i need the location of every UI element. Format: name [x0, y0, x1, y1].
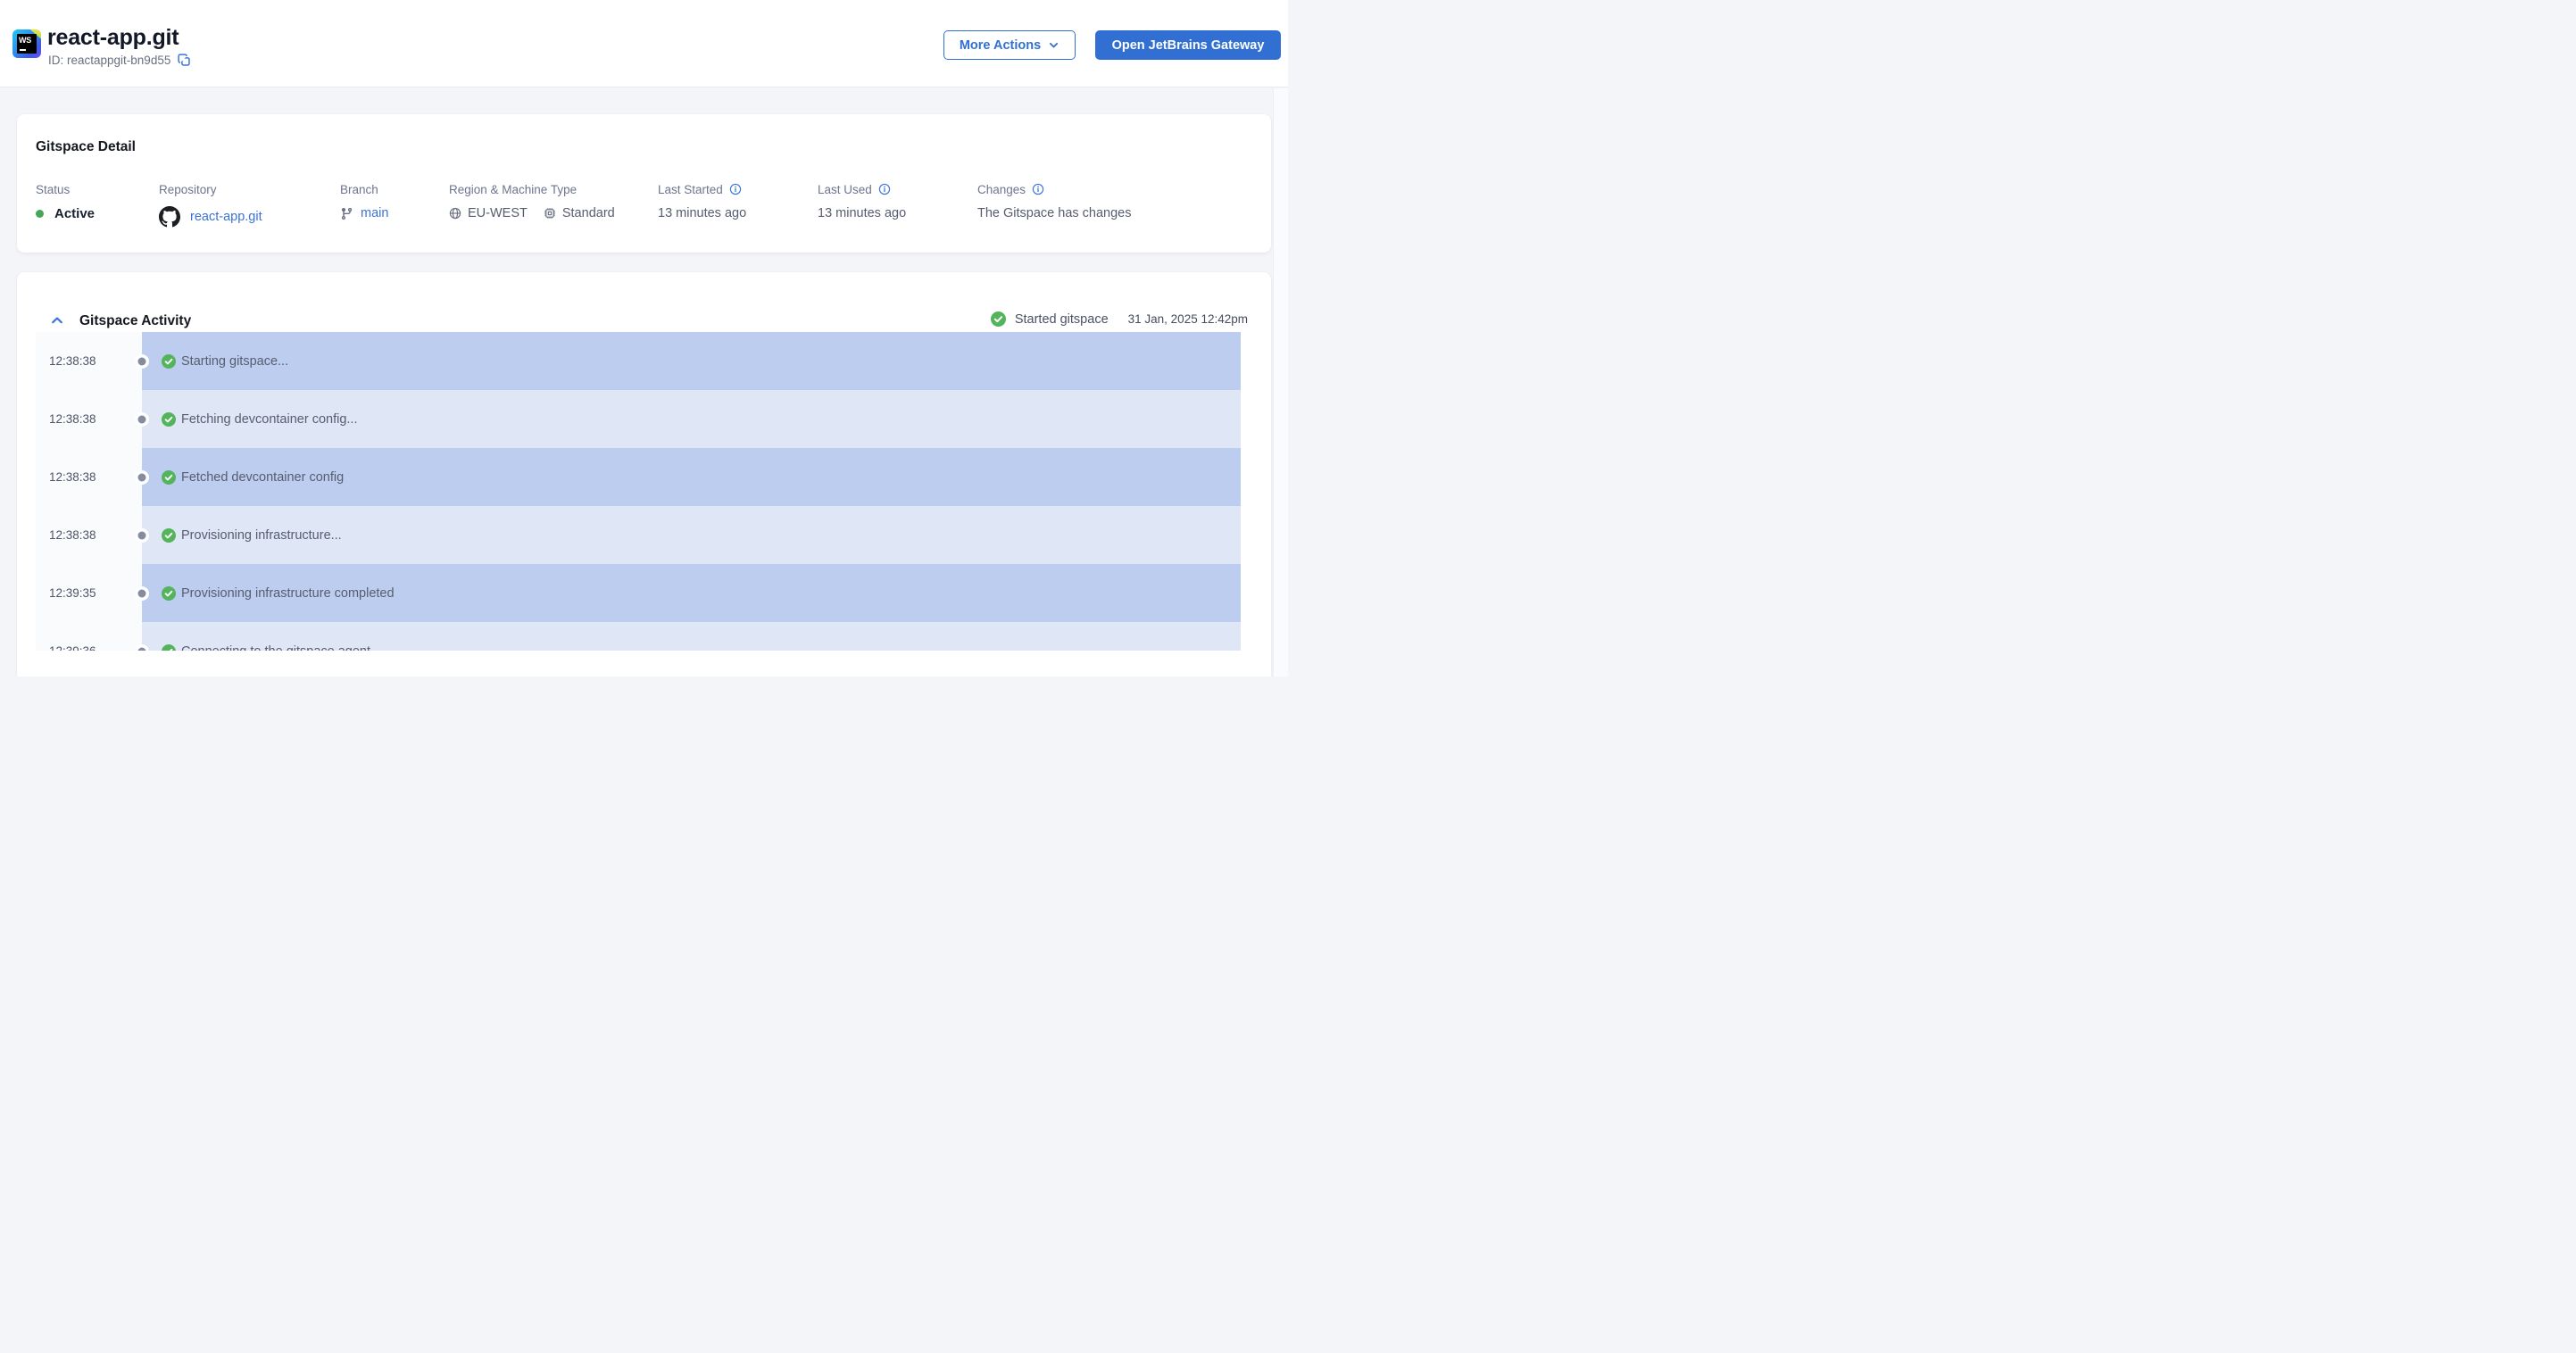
region-machine-label: Region & Machine Type — [449, 182, 578, 196]
status-value: Active — [54, 206, 96, 221]
success-icon — [162, 643, 176, 651]
log-timestamp: 12:39:35 — [36, 564, 142, 622]
success-icon — [162, 527, 176, 543]
field-changes: Changes The Gitspace has changes — [977, 182, 1132, 221]
status-dot-icon — [36, 210, 44, 218]
field-repository: Repository react-app.git — [159, 182, 262, 228]
copy-icon[interactable] — [178, 54, 191, 67]
page-scrollbar[interactable] — [1273, 88, 1288, 676]
cpu-icon — [544, 207, 556, 220]
info-icon[interactable] — [878, 183, 891, 195]
success-icon — [162, 411, 176, 427]
branch-label: Branch — [340, 182, 378, 196]
log-timestamp: 12:38:38 — [36, 332, 142, 390]
success-icon — [990, 311, 1006, 327]
git-branch-icon — [340, 207, 353, 220]
repository-label: Repository — [159, 182, 217, 196]
webstorm-icon-label: WS — [19, 36, 31, 45]
open-jetbrains-gateway-button[interactable]: Open JetBrains Gateway — [1095, 30, 1281, 60]
repository-link[interactable]: react-app.git — [190, 210, 262, 224]
timeline-dot-icon — [137, 473, 146, 481]
detail-card-title: Gitspace Detail — [36, 139, 136, 154]
log-timestamp: 12:39:36 — [36, 622, 142, 651]
chevron-down-icon — [1050, 42, 1059, 48]
last-started-label: Last Started — [658, 182, 723, 196]
last-started-value: 13 minutes ago — [658, 206, 747, 220]
field-last-used: Last Used 13 minutes ago — [818, 182, 907, 221]
webstorm-icon-underscore — [20, 48, 26, 51]
activity-status: Started gitspace 31 Jan, 2025 12:42pm — [990, 311, 1248, 327]
page-header: WS react-app.git ID: reactappgit-bn9d55 … — [0, 0, 1288, 87]
webstorm-icon-inner: WS — [17, 34, 37, 54]
activity-log-row: 12:39:35 Provisioning infrastructure comp… — [36, 564, 1241, 622]
github-icon — [159, 206, 180, 228]
log-timestamp: 12:38:38 — [36, 448, 142, 506]
header-actions: More Actions Open JetBrains Gateway — [943, 30, 1281, 60]
timeline-dot-icon — [137, 589, 146, 597]
activity-date: 31 Jan, 2025 12:42pm — [1127, 312, 1248, 326]
activity-log-row: 12:38:38 Provisioning infrastructure... — [36, 506, 1241, 564]
info-icon[interactable] — [729, 183, 742, 195]
branch-link[interactable]: main — [361, 206, 388, 220]
globe-icon — [449, 207, 461, 220]
activity-card-title: Gitspace Activity — [79, 313, 192, 328]
gitspace-id-row: ID: reactappgit-bn9d55 — [48, 54, 191, 67]
timeline-dot-icon — [137, 647, 146, 651]
last-used-label: Last Used — [818, 182, 872, 196]
timeline-dot-icon — [137, 357, 146, 365]
log-timestamp: 12:38:38 — [36, 506, 142, 564]
log-message: Fetched devcontainer config — [181, 469, 345, 485]
gitspace-detail-card: Gitspace Detail Status Active Repository… — [17, 114, 1271, 253]
field-last-started: Last Started 13 minutes ago — [658, 182, 747, 221]
activity-log-row: 12:38:38 Starting gitspace... — [36, 332, 1241, 390]
activity-log[interactable]: 12:38:38 Starting gitspace... 12:38:38 Fetc… — [36, 332, 1241, 651]
region-value: EU-WEST — [468, 206, 528, 220]
log-message: Provisioning infrastructure... — [181, 527, 342, 543]
field-region-machine: Region & Machine Type EU-WEST Standard — [449, 182, 615, 221]
field-status: Status Active — [36, 182, 95, 221]
log-message-cell: Provisioning infrastructure completed — [142, 564, 1241, 622]
changes-label: Changes — [977, 182, 1026, 196]
status-label: Status — [36, 182, 71, 196]
field-branch: Branch main — [340, 182, 388, 221]
log-message: Fetching devcontainer config... — [181, 411, 358, 427]
log-message-cell: Connecting to the gitspace agent.... — [142, 622, 1241, 651]
log-message-cell: Fetched devcontainer config — [142, 448, 1241, 506]
log-message: Provisioning infrastructure completed — [181, 585, 395, 601]
timeline-dot-icon — [137, 415, 146, 423]
success-icon — [162, 353, 176, 369]
more-actions-button[interactable]: More Actions — [943, 30, 1076, 60]
log-timestamp: 12:38:38 — [36, 390, 142, 448]
activity-log-row: 12:38:38 Fetching devcontainer config... — [36, 390, 1241, 448]
log-message: Connecting to the gitspace agent.... — [181, 644, 385, 652]
gitspace-detail-page: WS react-app.git ID: reactappgit-bn9d55 … — [0, 0, 1288, 676]
success-icon — [162, 585, 176, 601]
machine-type-value: Standard — [561, 206, 615, 220]
more-actions-label: More Actions — [959, 37, 1042, 53]
activity-log-row: 12:39:36 Connecting to the gitspace agent… — [36, 622, 1241, 651]
timeline-dot-icon — [137, 531, 146, 539]
log-message-cell: Provisioning infrastructure... — [142, 506, 1241, 564]
log-message-cell: Starting gitspace... — [142, 332, 1241, 390]
gitspace-activity-card: Gitspace Activity Started gitspace 31 Ja… — [17, 272, 1271, 676]
activity-log-row: 12:38:38 Fetched devcontainer config — [36, 448, 1241, 506]
last-used-value: 13 minutes ago — [818, 206, 907, 220]
webstorm-icon: WS — [12, 29, 41, 58]
page-title: react-app.git — [47, 25, 179, 50]
changes-value: The Gitspace has changes — [977, 206, 1132, 220]
gitspace-id: ID: reactappgit-bn9d55 — [48, 54, 171, 67]
success-icon — [162, 469, 176, 485]
activity-status-label: Started gitspace — [1014, 311, 1109, 327]
log-message: Starting gitspace... — [181, 353, 289, 369]
info-icon[interactable] — [1032, 183, 1044, 195]
chevron-up-icon[interactable] — [50, 313, 64, 328]
log-message-cell: Fetching devcontainer config... — [142, 390, 1241, 448]
title-block: react-app.git ID: reactappgit-bn9d55 — [47, 24, 191, 67]
